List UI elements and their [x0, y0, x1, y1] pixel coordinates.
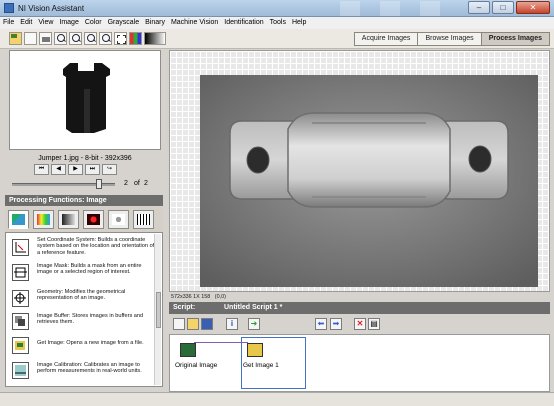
original-image-icon [180, 343, 196, 357]
jumper-part-image [200, 75, 538, 287]
function-description: Geometry: Modifies the geometrical repre… [37, 289, 126, 302]
page-of-label: of [134, 180, 140, 187]
properties-icon[interactable]: ▤ [368, 318, 380, 330]
image-calibration-icon [12, 362, 29, 379]
menu-tools[interactable]: Tools [267, 17, 289, 29]
menu-binary[interactable]: Binary [142, 17, 168, 29]
machine-vision-icon [112, 214, 125, 225]
acquire-icon[interactable] [24, 32, 37, 45]
step-label: Original Image [175, 362, 218, 369]
move-left-icon[interactable]: ⬅ [315, 318, 327, 330]
menu-help[interactable]: Help [289, 17, 309, 29]
open-script-icon[interactable] [187, 318, 199, 330]
tab-process-images[interactable]: Process Images [480, 32, 550, 46]
zoom-fit-icon[interactable] [84, 32, 97, 45]
zoom-1to1-icon[interactable] [99, 32, 112, 45]
grayscale-icon [62, 214, 75, 225]
app-logo-icon [4, 3, 14, 13]
step-label: Get Image 1 [243, 362, 279, 369]
last-image-button[interactable]: ⏭ [85, 164, 100, 175]
menu-file[interactable]: File [0, 17, 17, 29]
geometry-icon [12, 290, 29, 307]
menu-edit[interactable]: Edit [17, 17, 35, 29]
menu-machine-vision[interactable]: Machine Vision [168, 17, 221, 29]
menu-grayscale[interactable]: Grayscale [105, 17, 143, 29]
function-description: Image Mask: Builds a mask from an entire… [37, 263, 142, 276]
image-slider-knob[interactable] [96, 179, 102, 189]
script-name: Untitled Script 1 * [224, 304, 283, 311]
function-list-scrollbar[interactable] [154, 234, 161, 385]
function-description: Set Coordinate System: Builds a coordina… [37, 237, 155, 256]
menu-bar: File Edit View Image Color Grayscale Bin… [0, 17, 554, 29]
function-description: Get Image: Opens a new image from a file… [37, 340, 144, 346]
status-bar [0, 392, 554, 406]
menu-identification[interactable]: Identification [221, 17, 266, 29]
grayscale-palette-icon[interactable] [144, 32, 166, 45]
image-browser[interactable] [9, 50, 161, 150]
move-right-icon[interactable]: ➡ [330, 318, 342, 330]
run-script-icon[interactable]: ➜ [248, 318, 260, 330]
current-image-number: 2 [124, 180, 128, 187]
scrollbar-thumb[interactable] [156, 292, 161, 328]
image-palette-icon [12, 214, 25, 225]
script-label: Script: [173, 304, 196, 311]
first-image-button[interactable]: ⏮ [34, 164, 49, 175]
color-palette-icon [37, 214, 50, 225]
zoom-out-icon[interactable] [69, 32, 82, 45]
loop-button[interactable]: ↪ [102, 164, 117, 175]
minimize-button[interactable]: – [468, 1, 490, 14]
identification-icon [137, 214, 150, 225]
image-info: 572x336 1X 158 (0,0) [171, 294, 226, 300]
processing-functions-header: Processing Functions: Image [5, 195, 163, 206]
tab-image[interactable] [8, 210, 29, 229]
titlebar-decoration [340, 1, 460, 16]
tab-binary[interactable] [83, 210, 104, 229]
function-description: Image Calibration: Calibrates an image t… [37, 362, 142, 375]
thumbnail-caption: Jumper 1.jpg - 8-bit - 392x396 [38, 155, 132, 162]
image-navigation: ⏮ ◀ ▶ ⏭ ↪ [34, 164, 117, 175]
print-icon[interactable] [39, 32, 52, 45]
tab-machine-vision[interactable] [108, 210, 129, 229]
processing-tabs [5, 207, 163, 232]
title-bar: NI Vision Assistant – □ ✕ [0, 0, 554, 17]
processing-function-list: Set Coordinate System: Builds a coordina… [5, 232, 163, 387]
tab-browse-images[interactable]: Browse Images [417, 32, 482, 46]
image-mask-icon [12, 264, 29, 281]
cursor-coordinates: (0,0) [214, 294, 226, 300]
tab-acquire-images[interactable]: Acquire Images [353, 32, 419, 46]
main-toolbar: Acquire Images Browse Images Process Ima… [0, 29, 554, 49]
previous-image-button[interactable]: ◀ [51, 164, 66, 175]
image-size-zoom: 572x336 1X 158 [171, 294, 211, 300]
window-title: NI Vision Assistant [18, 4, 85, 13]
next-image-button[interactable]: ▶ [68, 164, 83, 175]
image-buffer-icon [12, 313, 29, 330]
step-connector [194, 342, 248, 343]
coordinate-system-icon [12, 239, 29, 256]
get-image-icon [12, 337, 29, 354]
main-image[interactable] [200, 75, 538, 287]
binary-icon [87, 214, 100, 225]
selection-tool-icon[interactable] [114, 32, 127, 45]
delete-step-icon[interactable]: ✕ [354, 318, 366, 330]
tab-identification[interactable] [133, 210, 154, 229]
menu-image[interactable]: Image [56, 17, 81, 29]
open-image-icon[interactable] [9, 32, 22, 45]
thumbnail-image [10, 51, 160, 149]
info-icon[interactable]: i [226, 318, 238, 330]
close-button[interactable]: ✕ [516, 1, 550, 14]
menu-color[interactable]: Color [82, 17, 105, 29]
palette-icon[interactable] [129, 32, 142, 45]
tab-grayscale[interactable] [58, 210, 79, 229]
new-script-icon[interactable] [173, 318, 185, 330]
function-description: Image Buffer: Stores images in buffers a… [37, 313, 144, 326]
maximize-button[interactable]: □ [492, 1, 514, 14]
total-images-number: 2 [144, 180, 148, 187]
tab-color[interactable] [33, 210, 54, 229]
menu-view[interactable]: View [35, 17, 56, 29]
zoom-in-icon[interactable] [54, 32, 67, 45]
save-script-icon[interactable] [201, 318, 213, 330]
get-image-step-icon [247, 343, 263, 357]
